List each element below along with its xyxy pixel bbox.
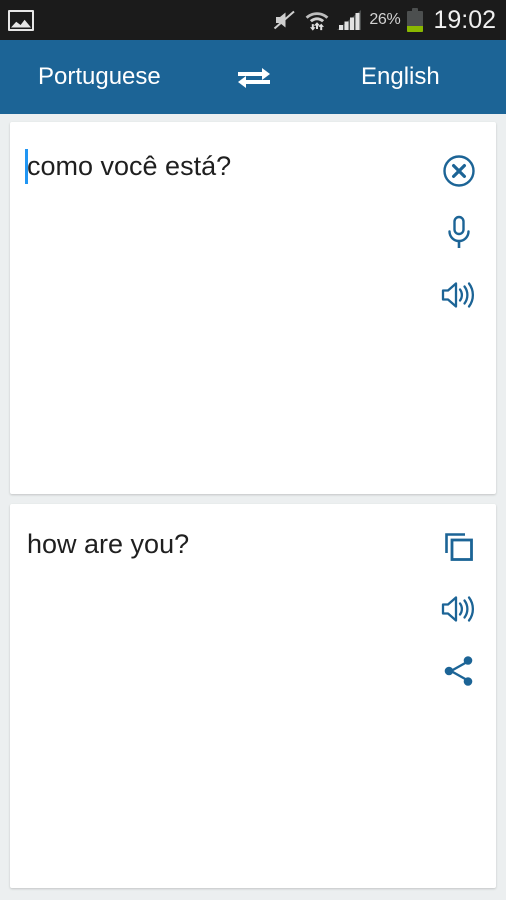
share-button[interactable] (422, 640, 496, 702)
copy-button[interactable] (422, 516, 496, 578)
close-circle-icon (442, 154, 476, 188)
speak-source-button[interactable] (422, 264, 496, 326)
translated-text: how are you? (27, 529, 190, 559)
target-language-selector[interactable]: English (361, 63, 440, 91)
battery-icon (407, 8, 424, 32)
status-bar: 26% 19:02 (0, 0, 506, 40)
source-text-card[interactable]: como você está? (10, 122, 496, 494)
gallery-icon (8, 9, 34, 31)
speaker-icon (440, 593, 478, 625)
battery-percent-label: 26% (369, 11, 401, 28)
app-screen: 26% 19:02 Portuguese English como você e… (0, 0, 506, 900)
wifi-transfer-icon (304, 8, 330, 32)
language-bar: Portuguese English (0, 40, 506, 114)
microphone-icon (444, 215, 474, 251)
clock-label: 19:02 (433, 5, 496, 34)
source-actions (422, 140, 496, 326)
speaker-icon (440, 279, 478, 311)
clear-button[interactable] (422, 140, 496, 202)
status-bar-notifications (8, 9, 34, 31)
swap-languages-button[interactable] (231, 59, 277, 95)
cellular-signal-icon (337, 9, 362, 31)
source-text-input[interactable]: como você está? (27, 149, 417, 183)
voice-input-button[interactable] (422, 202, 496, 264)
translation-card[interactable]: how are you? (10, 504, 496, 888)
copy-icon (443, 531, 475, 563)
translation-actions (422, 516, 496, 702)
speak-translation-button[interactable] (422, 578, 496, 640)
status-bar-system-icons: 26% 19:02 (273, 6, 496, 35)
swap-horizontal-icon (234, 62, 274, 92)
source-language-selector[interactable]: Portuguese (38, 63, 161, 91)
share-icon (442, 654, 476, 688)
volume-mute-icon (273, 9, 297, 31)
